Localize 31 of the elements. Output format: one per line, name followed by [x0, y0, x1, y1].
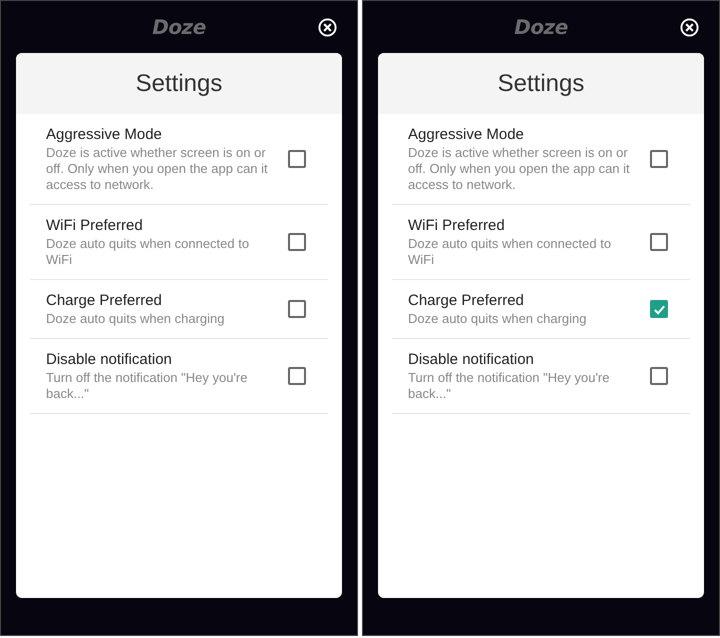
check-icon — [652, 302, 666, 316]
app-title: Doze — [514, 14, 568, 41]
setting-description: Doze is active whether screen is on or off. Only when you open the app can it access to network. — [46, 145, 269, 193]
checkbox[interactable] — [288, 233, 306, 251]
checkbox[interactable] — [288, 150, 306, 168]
setting-title: Aggressive Mode — [46, 125, 163, 145]
settings-title: Settings — [136, 68, 222, 98]
setting-description: Doze auto quits when connected to WiFi — [46, 236, 250, 268]
settings-title: Settings — [498, 68, 584, 98]
setting-description: Doze is active whether screen is on or off. Only when you open the app can it access to network. — [408, 145, 631, 193]
checkbox[interactable] — [288, 367, 306, 385]
setting-description: Doze auto quits when connected to WiFi — [408, 236, 612, 268]
setting-description: Turn off the notification "Hey you're back..." — [46, 370, 248, 402]
setting-title: Aggressive Mode — [408, 125, 525, 145]
checkbox[interactable] — [288, 300, 306, 318]
setting-title: WiFi Preferred — [408, 216, 506, 236]
checkbox[interactable] — [650, 150, 668, 168]
setting-description: Doze auto quits when charging — [408, 311, 588, 327]
setting-title: Disable notification — [46, 350, 173, 370]
app-title: Doze — [152, 14, 206, 41]
setting-title: Charge Preferred — [46, 291, 163, 311]
checkbox[interactable] — [650, 367, 668, 385]
close-icon[interactable] — [318, 18, 337, 37]
setting-description: Doze auto quits when charging — [46, 311, 226, 327]
setting-description: Turn off the notification "Hey you're back..." — [408, 370, 610, 402]
setting-title: WiFi Preferred — [46, 216, 144, 236]
close-icon[interactable] — [680, 18, 699, 37]
setting-title: Charge Preferred — [408, 291, 525, 311]
setting-title: Disable notification — [408, 350, 535, 370]
checkbox[interactable] — [650, 233, 668, 251]
checkbox[interactable] — [650, 300, 668, 318]
